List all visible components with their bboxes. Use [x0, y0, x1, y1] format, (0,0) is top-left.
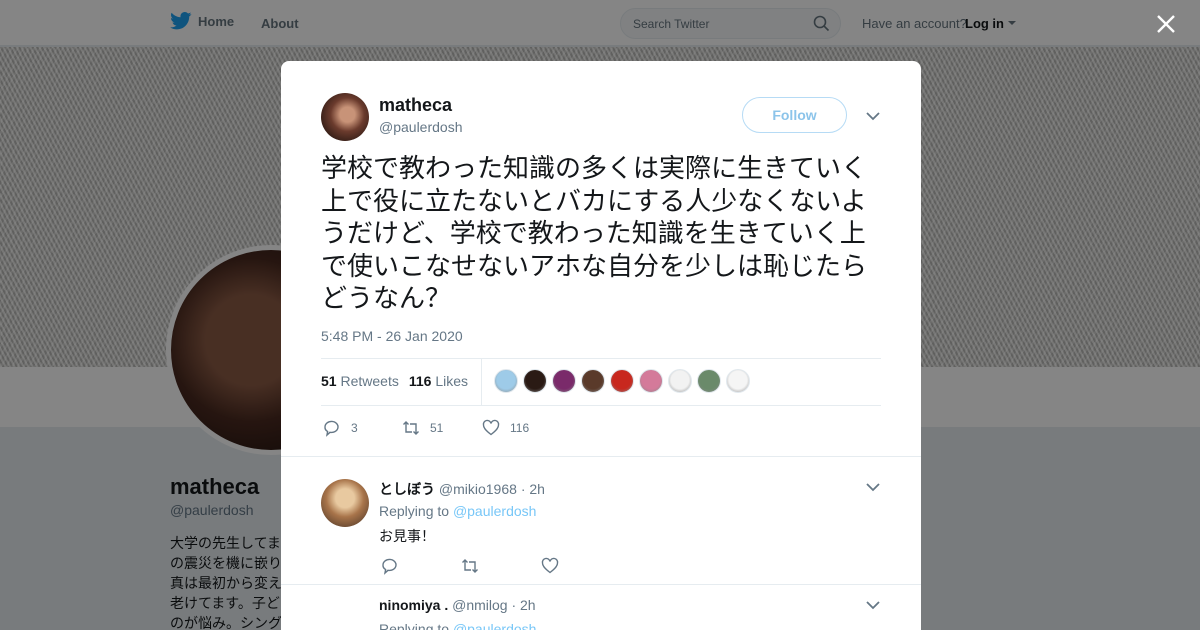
- reply-author-handle[interactable]: @mikio1968: [439, 481, 517, 497]
- tweet-timestamp[interactable]: 5:48 PM - 26 Jan 2020: [321, 328, 463, 344]
- divider: [321, 358, 881, 359]
- like-count: 116: [510, 421, 530, 435]
- replying-to: Replying to @paulerdosh: [379, 503, 536, 519]
- tweet-modal: matheca @paulerdosh Follow 学校で教わった知識の多くは…: [281, 61, 921, 630]
- liker-avatar[interactable]: [726, 369, 750, 393]
- heart-icon[interactable]: [541, 557, 559, 575]
- retweet-icon[interactable]: [461, 557, 479, 575]
- retweet-icon[interactable]: [402, 419, 420, 437]
- liker-avatars: [494, 369, 750, 393]
- reply-header: としぼう @mikio1968 · 2h: [379, 479, 545, 499]
- chevron-down-icon[interactable]: [866, 600, 880, 610]
- liker-avatar[interactable]: [523, 369, 547, 393]
- liker-avatar[interactable]: [552, 369, 576, 393]
- replying-to: Replying to @paulerdosh: [379, 621, 536, 630]
- liker-avatar[interactable]: [639, 369, 663, 393]
- reply-author-name[interactable]: ninomiya .: [379, 597, 448, 613]
- liker-avatar[interactable]: [581, 369, 605, 393]
- liker-avatar[interactable]: [494, 369, 518, 393]
- reply-text: お見事！: [379, 529, 435, 545]
- likes-stat[interactable]: 116 Likes: [409, 373, 468, 389]
- follow-button[interactable]: Follow: [742, 97, 847, 133]
- likes-count: 116: [408, 373, 432, 389]
- tweet-text: 学校で教わった知識の多くは実際に生きていく上で役に立たないとバカにする人少なくな…: [321, 154, 868, 314]
- reply-actions: [381, 557, 559, 575]
- reply-author-name[interactable]: としぼう: [379, 482, 435, 498]
- replying-to-prefix: Replying to: [379, 503, 450, 519]
- liker-avatar[interactable]: [610, 369, 634, 393]
- replying-to-prefix: Replying to: [379, 621, 450, 630]
- divider: [281, 584, 921, 585]
- retweet-action[interactable]: 51: [402, 419, 443, 437]
- replying-to-handle[interactable]: @paulerdosh: [453, 621, 537, 630]
- retweets-label: Retweets: [340, 373, 399, 389]
- reply-author-handle[interactable]: @nmilog: [452, 597, 507, 613]
- heart-icon[interactable]: [482, 419, 500, 437]
- reply-action[interactable]: 3: [323, 419, 358, 437]
- replying-to-handle[interactable]: @paulerdosh: [453, 503, 537, 519]
- divider: [281, 456, 921, 457]
- chevron-down-icon[interactable]: [866, 111, 880, 121]
- tweet-stats: 51 Retweets 116 Likes: [321, 373, 468, 389]
- author-avatar[interactable]: [321, 93, 369, 141]
- liker-avatar[interactable]: [668, 369, 692, 393]
- like-action[interactable]: 116: [482, 419, 529, 437]
- chevron-down-icon[interactable]: [866, 482, 880, 492]
- liker-avatar[interactable]: [697, 369, 721, 393]
- divider: [481, 359, 482, 405]
- author-name[interactable]: matheca: [379, 95, 452, 116]
- retweet-count: 51: [430, 421, 444, 435]
- reply-count: 3: [351, 421, 358, 435]
- reply-icon[interactable]: [323, 419, 341, 437]
- divider: [321, 405, 881, 406]
- author-handle[interactable]: @paulerdosh: [379, 119, 463, 135]
- retweets-stat[interactable]: 51 Retweets: [321, 373, 399, 389]
- likes-label: Likes: [435, 373, 468, 389]
- reply-icon[interactable]: [381, 557, 399, 575]
- reply-time[interactable]: · 2h: [511, 597, 535, 613]
- reply-time[interactable]: · 2h: [521, 481, 545, 497]
- close-icon[interactable]: [1153, 11, 1179, 37]
- reply-avatar[interactable]: [321, 479, 369, 527]
- reply-header: ninomiya . @nmilog · 2h: [379, 597, 536, 613]
- retweets-count: 51: [321, 373, 337, 389]
